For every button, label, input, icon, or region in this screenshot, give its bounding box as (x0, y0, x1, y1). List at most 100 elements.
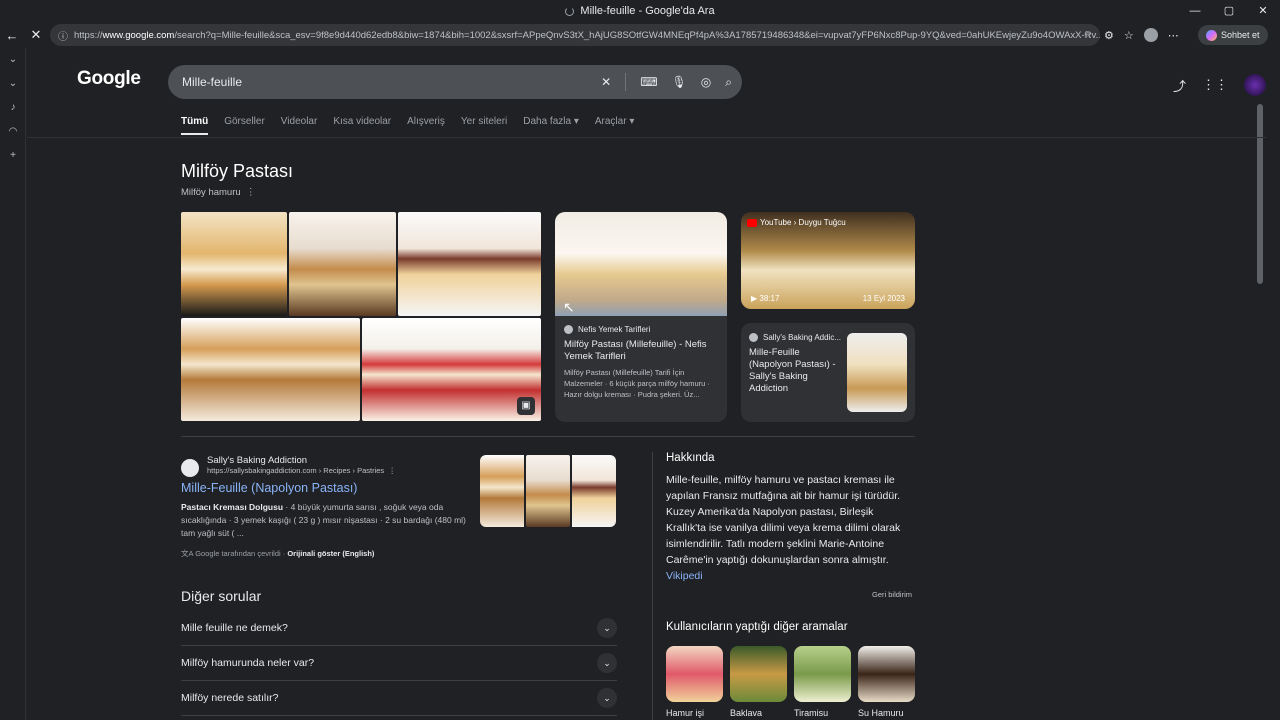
url-path: /search?q=Mille-feuille&sca_esv=9f8e9d44… (174, 29, 1100, 41)
search-icon[interactable]: ⌕ (725, 75, 732, 90)
gallery-icon[interactable]: ▣ (517, 397, 535, 415)
related-item[interactable]: Su Hamuru (858, 646, 915, 718)
share-icon[interactable]: ⤴ (1173, 76, 1186, 95)
chevron-down-icon[interactable]: ⌄ (597, 688, 617, 708)
video-duration: ▶ 38:17 (751, 294, 780, 303)
browser-sidebar: ⌄ ⌄ ♪ ◠ + (0, 48, 26, 720)
lens-icon[interactable]: ◎ (701, 75, 711, 89)
sally-result-favicon-icon (181, 459, 199, 477)
microphone-icon[interactable]: 🎙 (672, 75, 687, 89)
back-icon[interactable]: ← (0, 28, 24, 43)
result-image[interactable] (526, 455, 570, 527)
clear-icon[interactable]: ✕ (601, 75, 611, 89)
search-input[interactable]: Mille-feuille (182, 75, 242, 89)
keyboard-icon[interactable]: ⌨ (640, 75, 657, 89)
account-avatar[interactable] (1244, 74, 1267, 96)
image-thumbnail[interactable] (289, 212, 396, 316)
nefis-favicon-icon (564, 325, 573, 334)
result-site-name[interactable]: Sally's Baking Addiction (207, 455, 471, 466)
sidebar-tab-icon[interactable]: ⌄ (0, 72, 26, 96)
section-divider (181, 436, 915, 437)
result-snippet: Pastacı Kreması Dolgusu · 4 büyük yumurt… (181, 501, 471, 540)
nefis-recipe-card[interactable]: Nefis Yemek Tarifleri Milföy Pastası (Mi… (555, 212, 727, 422)
tiktok-icon[interactable]: ♪ (0, 96, 26, 120)
image-thumbnail[interactable] (181, 212, 287, 316)
related-item[interactable]: Hamur işi (666, 646, 723, 718)
paa-question[interactable]: Milföy nerede satılır? ⌄ (181, 681, 617, 716)
copilot-button[interactable]: Sohbet et (1198, 25, 1268, 45)
favorites-icon[interactable]: ☆ (1124, 29, 1134, 42)
result-title-link[interactable]: Mille-Feuille (Napolyon Pastası) (181, 481, 471, 495)
mouse-cursor-icon: ↖ (563, 299, 575, 315)
copilot-icon (1206, 29, 1217, 41)
tabs-divider (27, 137, 1267, 138)
image-thumbnail[interactable] (398, 212, 541, 316)
subtitle-text: Milföy hamuru (181, 187, 241, 198)
site-info-icon[interactable]: ⓘ (58, 28, 68, 43)
extensions-icon[interactable]: ⚙ (1104, 29, 1114, 42)
wikipedia-link[interactable]: Vikipedi (666, 570, 703, 582)
about-text: Mille-feuille, milföy hamuru ve pastacı … (666, 472, 916, 584)
close-window-button[interactable]: ✕ (1246, 0, 1280, 22)
sally-card-title: Mille-Feuille (Napolyon Pastası) - Sally… (749, 347, 836, 394)
result-image[interactable] (480, 455, 524, 527)
sally-card-source: Sally's Baking Addic... (763, 333, 842, 342)
result-cite[interactable]: https://sallysbakingaddiction.com › Reci… (207, 466, 471, 475)
paa-question[interactable]: Mille feuille ne demek? ⌄ (181, 611, 617, 646)
tab-more-label: Daha fazla (523, 116, 572, 127)
paa-question[interactable]: Milföy hamurunda neler var? ⌄ (181, 646, 617, 681)
related-item[interactable]: Tiramisu (794, 646, 851, 718)
address-bar[interactable]: ⓘ https://www.google.com/search?q=Mille-… (50, 24, 1100, 46)
maximize-button[interactable]: ▢ (1212, 0, 1246, 22)
translate-icon: 文A (181, 549, 196, 558)
paa-question-text: Milföy hamurunda neler var? (181, 657, 315, 669)
more-menu-icon[interactable]: ⋯ (1168, 29, 1179, 42)
copilot-label: Sohbet et (1221, 30, 1260, 40)
tab-short-videos[interactable]: Kısa videolar (333, 116, 391, 135)
video-date: 13 Eyl 2023 (862, 294, 905, 303)
result-image[interactable] (572, 455, 616, 527)
nefis-source: Nefis Yemek Tarifleri (578, 325, 651, 334)
video-duration-value: 38:17 (759, 294, 780, 303)
chevron-down-icon[interactable]: ⌄ (597, 653, 617, 673)
image-thumbnail[interactable] (181, 318, 360, 421)
apps-grid-icon[interactable]: ⋮⋮ (1202, 77, 1228, 93)
feedback-link[interactable]: Geri bildirim (872, 590, 912, 599)
tab-tools[interactable]: Araçlar ▾ (595, 116, 635, 135)
tab-more[interactable]: Daha fazla ▾ (523, 116, 579, 135)
sally-card[interactable]: Sally's Baking Addic... Mille-Feuille (N… (741, 323, 915, 422)
snippet-bold: Pastacı Kreması Dolgusu (181, 502, 284, 512)
tab-places[interactable]: Yer siteleri (461, 116, 507, 135)
nefis-recipe-image (555, 212, 727, 316)
sidebar-collapse-icon[interactable]: ⌄ (0, 48, 26, 72)
browser-toolbar: ← ✕ ⓘ https://www.google.com/search?q=Mi… (0, 22, 1280, 48)
search-box[interactable]: Mille-feuille ✕ ⌨ 🎙 ◎ ⌕ (168, 65, 742, 99)
tab-videos[interactable]: Videolar (281, 116, 318, 135)
paa-question-text: Milföy nerede satılır? (181, 692, 279, 704)
chevron-down-icon[interactable]: ⌄ (597, 618, 617, 638)
tab-all[interactable]: Tümü (181, 116, 209, 135)
related-searches-title: Kullanıcıların yaptığı diğer aramalar (666, 621, 848, 633)
column-divider (652, 452, 653, 720)
profile-avatar[interactable] (1143, 28, 1158, 42)
paa-question-text: Mille feuille ne demek? (181, 622, 288, 634)
show-original-link[interactable]: Orijinali göster (English) (287, 549, 374, 558)
scrollbar[interactable] (1257, 104, 1263, 284)
stop-loading-icon[interactable]: ✕ (24, 27, 48, 43)
window-title: Mille-feuille - Google'da Ara (580, 5, 715, 17)
sally-favicon-icon (749, 333, 758, 342)
image-thumbnail[interactable]: ▣ (362, 318, 541, 421)
nefis-card-desc: Milföy Pastası (Millefeuille) Tarifi İçi… (564, 368, 710, 399)
google-logo[interactable]: Google (77, 68, 141, 90)
search-divider (625, 73, 627, 91)
bookmark-star-icon[interactable]: ☆ (1083, 30, 1092, 41)
tab-images[interactable]: Görseller (224, 116, 265, 135)
youtube-video-card[interactable]: YouTube › Duygu Tuğcu ▶ 38:17 13 Eyl 202… (741, 212, 915, 309)
related-item[interactable]: Baklava (730, 646, 787, 718)
minimize-button[interactable]: — (1178, 0, 1212, 22)
more-options-icon[interactable]: ⋮ (243, 187, 256, 198)
about-panel: Hakkında Mille-feuille, milföy hamuru ve… (666, 452, 916, 584)
tab-shopping[interactable]: Alışveriş (407, 116, 445, 135)
add-sidebar-icon[interactable]: + (0, 144, 26, 168)
loading-tab-icon[interactable]: ◠ (0, 120, 26, 144)
